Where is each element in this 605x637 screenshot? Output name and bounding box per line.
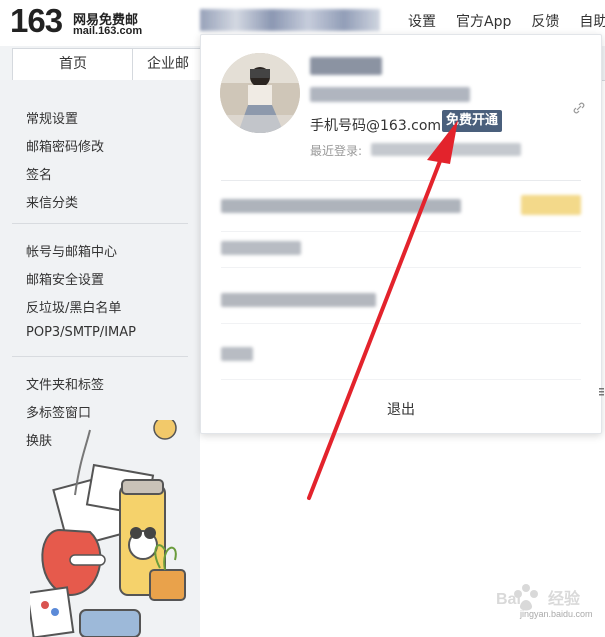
- scroll-marker-icon: [599, 388, 604, 396]
- svg-text:Bai: Bai: [496, 591, 521, 608]
- watermark-url: jingyan.baidu.com: [520, 609, 593, 619]
- baidu-watermark: Bai 经验: [496, 584, 581, 611]
- svg-text:经验: 经验: [548, 589, 581, 608]
- annotation-arrow: [307, 120, 458, 500]
